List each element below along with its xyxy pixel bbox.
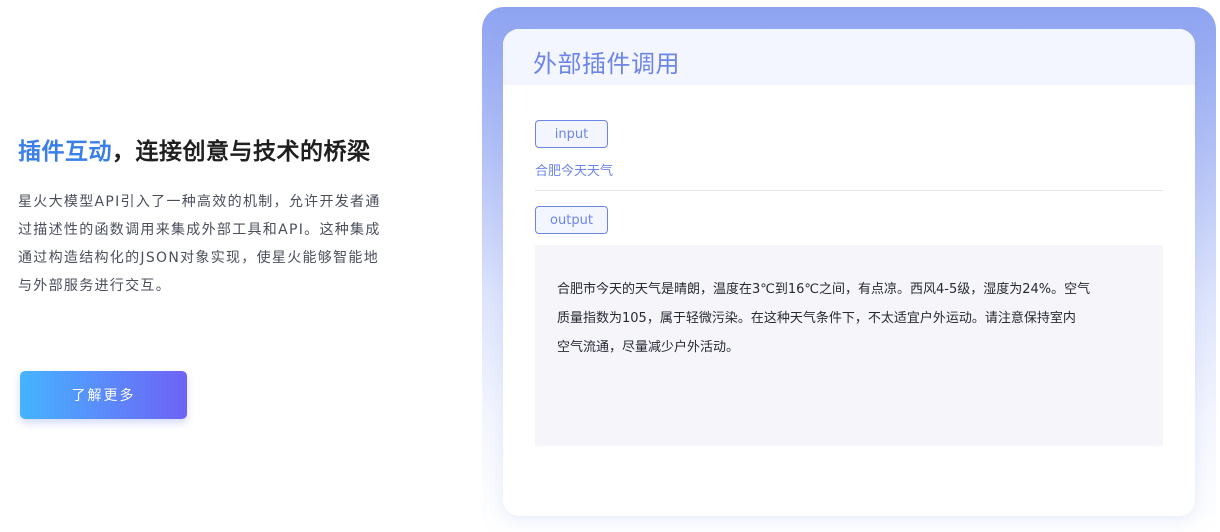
page: 插件互动，连接创意与技术的桥梁 星火大模型API引入了一种高效的机制，允许开发者… (0, 0, 1220, 532)
feature-description-line: 过描述性的函数调用来集成外部工具和API。这种集成 (18, 222, 381, 238)
output-box: 合肥市今天的天气是晴朗，温度在3℃到16℃之间，有点凉。西风4-5级，湿度为24… (535, 245, 1163, 446)
demo-card-title: 外部插件调用 (533, 49, 680, 78)
section-divider (535, 190, 1163, 191)
output-text: 合肥市今天的天气是晴朗，温度在3℃到16℃之间，有点凉。西风4-5级，湿度为24… (557, 275, 1141, 362)
feature-description-line: 星火大模型API引入了一种高效的机制，允许开发者通 (18, 194, 381, 210)
output-text-line: 合肥市今天的天气是晴朗，温度在3℃到16℃之间，有点凉。西风4-5级，湿度为24… (557, 282, 1091, 297)
learn-more-button[interactable]: 了解更多 (20, 371, 187, 419)
input-tag: input (535, 120, 608, 148)
demo-card-header: 外部插件调用 (503, 29, 1195, 85)
input-query-text: 合肥今天天气 (535, 164, 614, 179)
feature-heading-text: ，连接创意与技术的桥梁 (112, 139, 371, 165)
output-text-line: 质量指数为105，属于轻微污染。在这种天气条件下，不太适宜户外运动。请注意保持室… (557, 311, 1076, 326)
output-text-line: 空气流通，尽量减少户外活动。 (557, 340, 740, 355)
feature-heading-highlight: 插件互动 (18, 139, 112, 165)
output-tag: output (535, 206, 608, 234)
demo-card: 外部插件调用 input 合肥今天天气 output 合肥市今天的天气是晴朗，温… (503, 29, 1195, 516)
feature-description: 星火大模型API引入了一种高效的机制，允许开发者通 过描述性的函数调用来集成外部… (18, 188, 390, 300)
feature-description-line: 与外部服务进行交互。 (18, 278, 171, 294)
feature-heading: 插件互动，连接创意与技术的桥梁 (18, 132, 371, 166)
feature-description-line: 通过构造结构化的JSON对象实现，使星火能够智能地 (18, 250, 380, 266)
